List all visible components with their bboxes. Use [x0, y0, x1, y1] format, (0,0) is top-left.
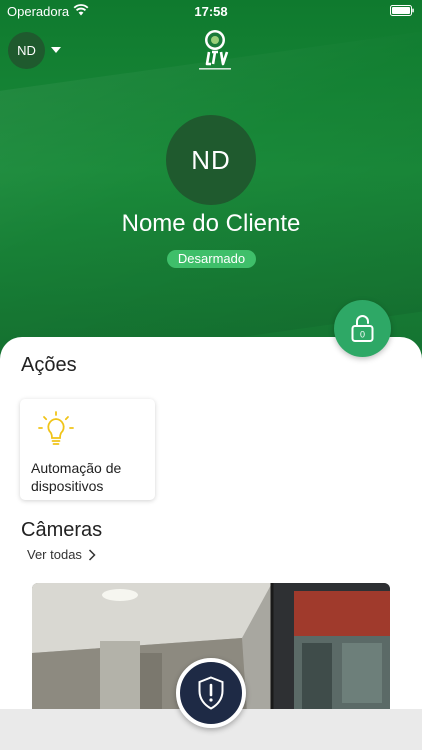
lock-icon: 0: [351, 315, 374, 342]
see-all-cameras-link[interactable]: Ver todas: [27, 547, 82, 562]
chevron-down-icon[interactable]: [51, 47, 61, 53]
svg-text:0: 0: [360, 330, 365, 340]
stv-logo: [199, 30, 231, 70]
arm-lock-button[interactable]: 0: [334, 300, 391, 357]
battery-icon: [390, 5, 414, 16]
shield-alert-icon: [198, 676, 224, 710]
client-name: Nome do Cliente: [121, 210, 301, 237]
status-bar: Operadora 17:58: [0, 0, 422, 22]
chevron-right-icon[interactable]: [88, 549, 96, 561]
clock: 17:58: [194, 4, 228, 19]
actions-section-title: Ações: [21, 354, 77, 376]
action-card-automation[interactable]: Automação de dispositivos: [20, 399, 155, 500]
alarm-status-badge: Desarmado: [167, 250, 256, 268]
lightbulb-icon: [38, 411, 74, 445]
panic-button[interactable]: [176, 658, 246, 728]
action-label: Automação de dispositivos: [31, 460, 122, 494]
cameras-section-title: Câmeras: [21, 519, 103, 541]
profile-avatar: ND: [166, 115, 256, 205]
user-avatar-button[interactable]: ND: [8, 32, 45, 69]
